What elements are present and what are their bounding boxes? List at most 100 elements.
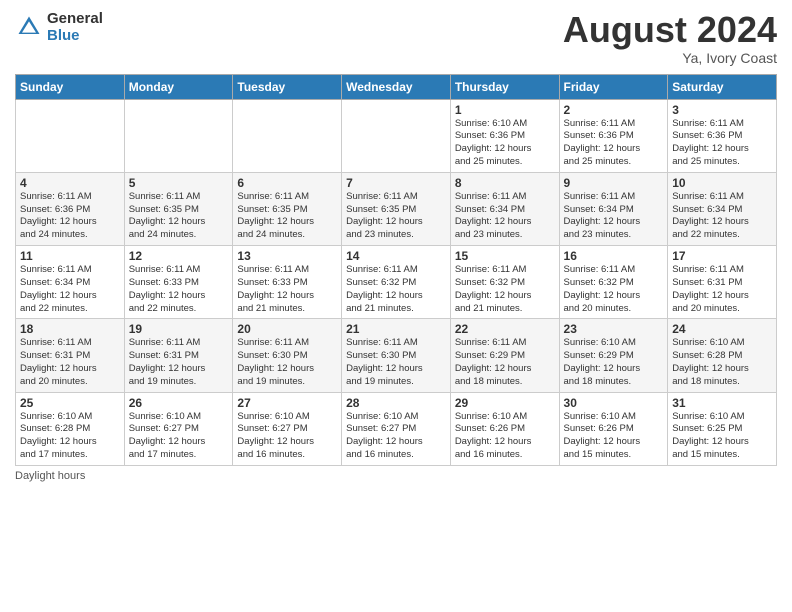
header: General Blue August 2024 Ya, Ivory Coast [15, 10, 777, 66]
day-cell-17: 17Sunrise: 6:11 AM Sunset: 6:31 PM Dayli… [668, 246, 777, 319]
day-info: Sunrise: 6:11 AM Sunset: 6:34 PM Dayligh… [564, 191, 664, 242]
day-info: Sunrise: 6:11 AM Sunset: 6:35 PM Dayligh… [129, 191, 229, 242]
day-cell-18: 18Sunrise: 6:11 AM Sunset: 6:31 PM Dayli… [16, 319, 125, 392]
week-row-2: 4Sunrise: 6:11 AM Sunset: 6:36 PM Daylig… [16, 172, 777, 245]
day-number: 7 [346, 176, 446, 190]
day-cell-26: 26Sunrise: 6:10 AM Sunset: 6:27 PM Dayli… [124, 392, 233, 465]
day-info: Sunrise: 6:11 AM Sunset: 6:35 PM Dayligh… [237, 191, 337, 242]
day-number: 10 [672, 176, 772, 190]
day-cell-empty [233, 99, 342, 172]
day-cell-8: 8Sunrise: 6:11 AM Sunset: 6:34 PM Daylig… [450, 172, 559, 245]
day-number: 27 [237, 396, 337, 410]
weekday-header-saturday: Saturday [668, 74, 777, 99]
day-cell-12: 12Sunrise: 6:11 AM Sunset: 6:33 PM Dayli… [124, 246, 233, 319]
day-info: Sunrise: 6:10 AM Sunset: 6:27 PM Dayligh… [346, 411, 446, 462]
day-cell-7: 7Sunrise: 6:11 AM Sunset: 6:35 PM Daylig… [342, 172, 451, 245]
location-text: Ya, Ivory Coast [563, 50, 777, 66]
day-cell-28: 28Sunrise: 6:10 AM Sunset: 6:27 PM Dayli… [342, 392, 451, 465]
day-info: Sunrise: 6:10 AM Sunset: 6:27 PM Dayligh… [237, 411, 337, 462]
day-info: Sunrise: 6:11 AM Sunset: 6:34 PM Dayligh… [672, 191, 772, 242]
day-number: 28 [346, 396, 446, 410]
day-cell-27: 27Sunrise: 6:10 AM Sunset: 6:27 PM Dayli… [233, 392, 342, 465]
logo: General Blue [15, 10, 103, 44]
day-cell-9: 9Sunrise: 6:11 AM Sunset: 6:34 PM Daylig… [559, 172, 668, 245]
day-cell-16: 16Sunrise: 6:11 AM Sunset: 6:32 PM Dayli… [559, 246, 668, 319]
day-cell-5: 5Sunrise: 6:11 AM Sunset: 6:35 PM Daylig… [124, 172, 233, 245]
day-cell-10: 10Sunrise: 6:11 AM Sunset: 6:34 PM Dayli… [668, 172, 777, 245]
day-number: 24 [672, 322, 772, 336]
day-number: 6 [237, 176, 337, 190]
day-number: 1 [455, 103, 555, 117]
day-number: 14 [346, 249, 446, 263]
day-number: 19 [129, 322, 229, 336]
day-number: 20 [237, 322, 337, 336]
day-number: 21 [346, 322, 446, 336]
logo-icon [15, 13, 43, 41]
day-number: 13 [237, 249, 337, 263]
day-number: 22 [455, 322, 555, 336]
title-block: August 2024 Ya, Ivory Coast [563, 10, 777, 66]
day-info: Sunrise: 6:10 AM Sunset: 6:29 PM Dayligh… [564, 337, 664, 388]
day-number: 4 [20, 176, 120, 190]
day-number: 17 [672, 249, 772, 263]
day-cell-29: 29Sunrise: 6:10 AM Sunset: 6:26 PM Dayli… [450, 392, 559, 465]
day-info: Sunrise: 6:11 AM Sunset: 6:29 PM Dayligh… [455, 337, 555, 388]
day-info: Sunrise: 6:10 AM Sunset: 6:28 PM Dayligh… [20, 411, 120, 462]
day-cell-30: 30Sunrise: 6:10 AM Sunset: 6:26 PM Dayli… [559, 392, 668, 465]
day-info: Sunrise: 6:11 AM Sunset: 6:33 PM Dayligh… [237, 264, 337, 315]
day-info: Sunrise: 6:11 AM Sunset: 6:32 PM Dayligh… [455, 264, 555, 315]
week-row-4: 18Sunrise: 6:11 AM Sunset: 6:31 PM Dayli… [16, 319, 777, 392]
logo-blue-text: Blue [47, 27, 103, 44]
weekday-header-tuesday: Tuesday [233, 74, 342, 99]
day-cell-22: 22Sunrise: 6:11 AM Sunset: 6:29 PM Dayli… [450, 319, 559, 392]
day-info: Sunrise: 6:11 AM Sunset: 6:34 PM Dayligh… [455, 191, 555, 242]
page: General Blue August 2024 Ya, Ivory Coast… [0, 0, 792, 612]
day-number: 26 [129, 396, 229, 410]
day-info: Sunrise: 6:11 AM Sunset: 6:32 PM Dayligh… [564, 264, 664, 315]
weekday-header-wednesday: Wednesday [342, 74, 451, 99]
day-number: 5 [129, 176, 229, 190]
day-number: 29 [455, 396, 555, 410]
day-info: Sunrise: 6:11 AM Sunset: 6:31 PM Dayligh… [20, 337, 120, 388]
day-number: 30 [564, 396, 664, 410]
day-info: Sunrise: 6:11 AM Sunset: 6:36 PM Dayligh… [672, 118, 772, 169]
day-number: 15 [455, 249, 555, 263]
day-info: Sunrise: 6:11 AM Sunset: 6:30 PM Dayligh… [237, 337, 337, 388]
day-number: 25 [20, 396, 120, 410]
month-year-title: August 2024 [563, 10, 777, 50]
day-info: Sunrise: 6:10 AM Sunset: 6:27 PM Dayligh… [129, 411, 229, 462]
day-cell-6: 6Sunrise: 6:11 AM Sunset: 6:35 PM Daylig… [233, 172, 342, 245]
day-info: Sunrise: 6:11 AM Sunset: 6:34 PM Dayligh… [20, 264, 120, 315]
day-cell-14: 14Sunrise: 6:11 AM Sunset: 6:32 PM Dayli… [342, 246, 451, 319]
weekday-header-friday: Friday [559, 74, 668, 99]
day-cell-11: 11Sunrise: 6:11 AM Sunset: 6:34 PM Dayli… [16, 246, 125, 319]
weekday-header-sunday: Sunday [16, 74, 125, 99]
day-number: 23 [564, 322, 664, 336]
day-number: 18 [20, 322, 120, 336]
day-number: 11 [20, 249, 120, 263]
day-number: 31 [672, 396, 772, 410]
day-cell-2: 2Sunrise: 6:11 AM Sunset: 6:36 PM Daylig… [559, 99, 668, 172]
logo-text: General Blue [47, 10, 103, 44]
day-cell-21: 21Sunrise: 6:11 AM Sunset: 6:30 PM Dayli… [342, 319, 451, 392]
day-number: 8 [455, 176, 555, 190]
day-info: Sunrise: 6:11 AM Sunset: 6:32 PM Dayligh… [346, 264, 446, 315]
day-info: Sunrise: 6:11 AM Sunset: 6:36 PM Dayligh… [564, 118, 664, 169]
footer-note: Daylight hours [15, 470, 777, 482]
week-row-1: 1Sunrise: 6:10 AM Sunset: 6:36 PM Daylig… [16, 99, 777, 172]
day-cell-15: 15Sunrise: 6:11 AM Sunset: 6:32 PM Dayli… [450, 246, 559, 319]
weekday-header-thursday: Thursday [450, 74, 559, 99]
day-cell-empty [124, 99, 233, 172]
day-info: Sunrise: 6:10 AM Sunset: 6:28 PM Dayligh… [672, 337, 772, 388]
day-cell-24: 24Sunrise: 6:10 AM Sunset: 6:28 PM Dayli… [668, 319, 777, 392]
day-info: Sunrise: 6:11 AM Sunset: 6:33 PM Dayligh… [129, 264, 229, 315]
day-number: 3 [672, 103, 772, 117]
day-number: 9 [564, 176, 664, 190]
logo-general-text: General [47, 10, 103, 27]
day-cell-empty [342, 99, 451, 172]
week-row-3: 11Sunrise: 6:11 AM Sunset: 6:34 PM Dayli… [16, 246, 777, 319]
day-info: Sunrise: 6:10 AM Sunset: 6:26 PM Dayligh… [455, 411, 555, 462]
day-number: 16 [564, 249, 664, 263]
day-cell-empty [16, 99, 125, 172]
day-cell-20: 20Sunrise: 6:11 AM Sunset: 6:30 PM Dayli… [233, 319, 342, 392]
